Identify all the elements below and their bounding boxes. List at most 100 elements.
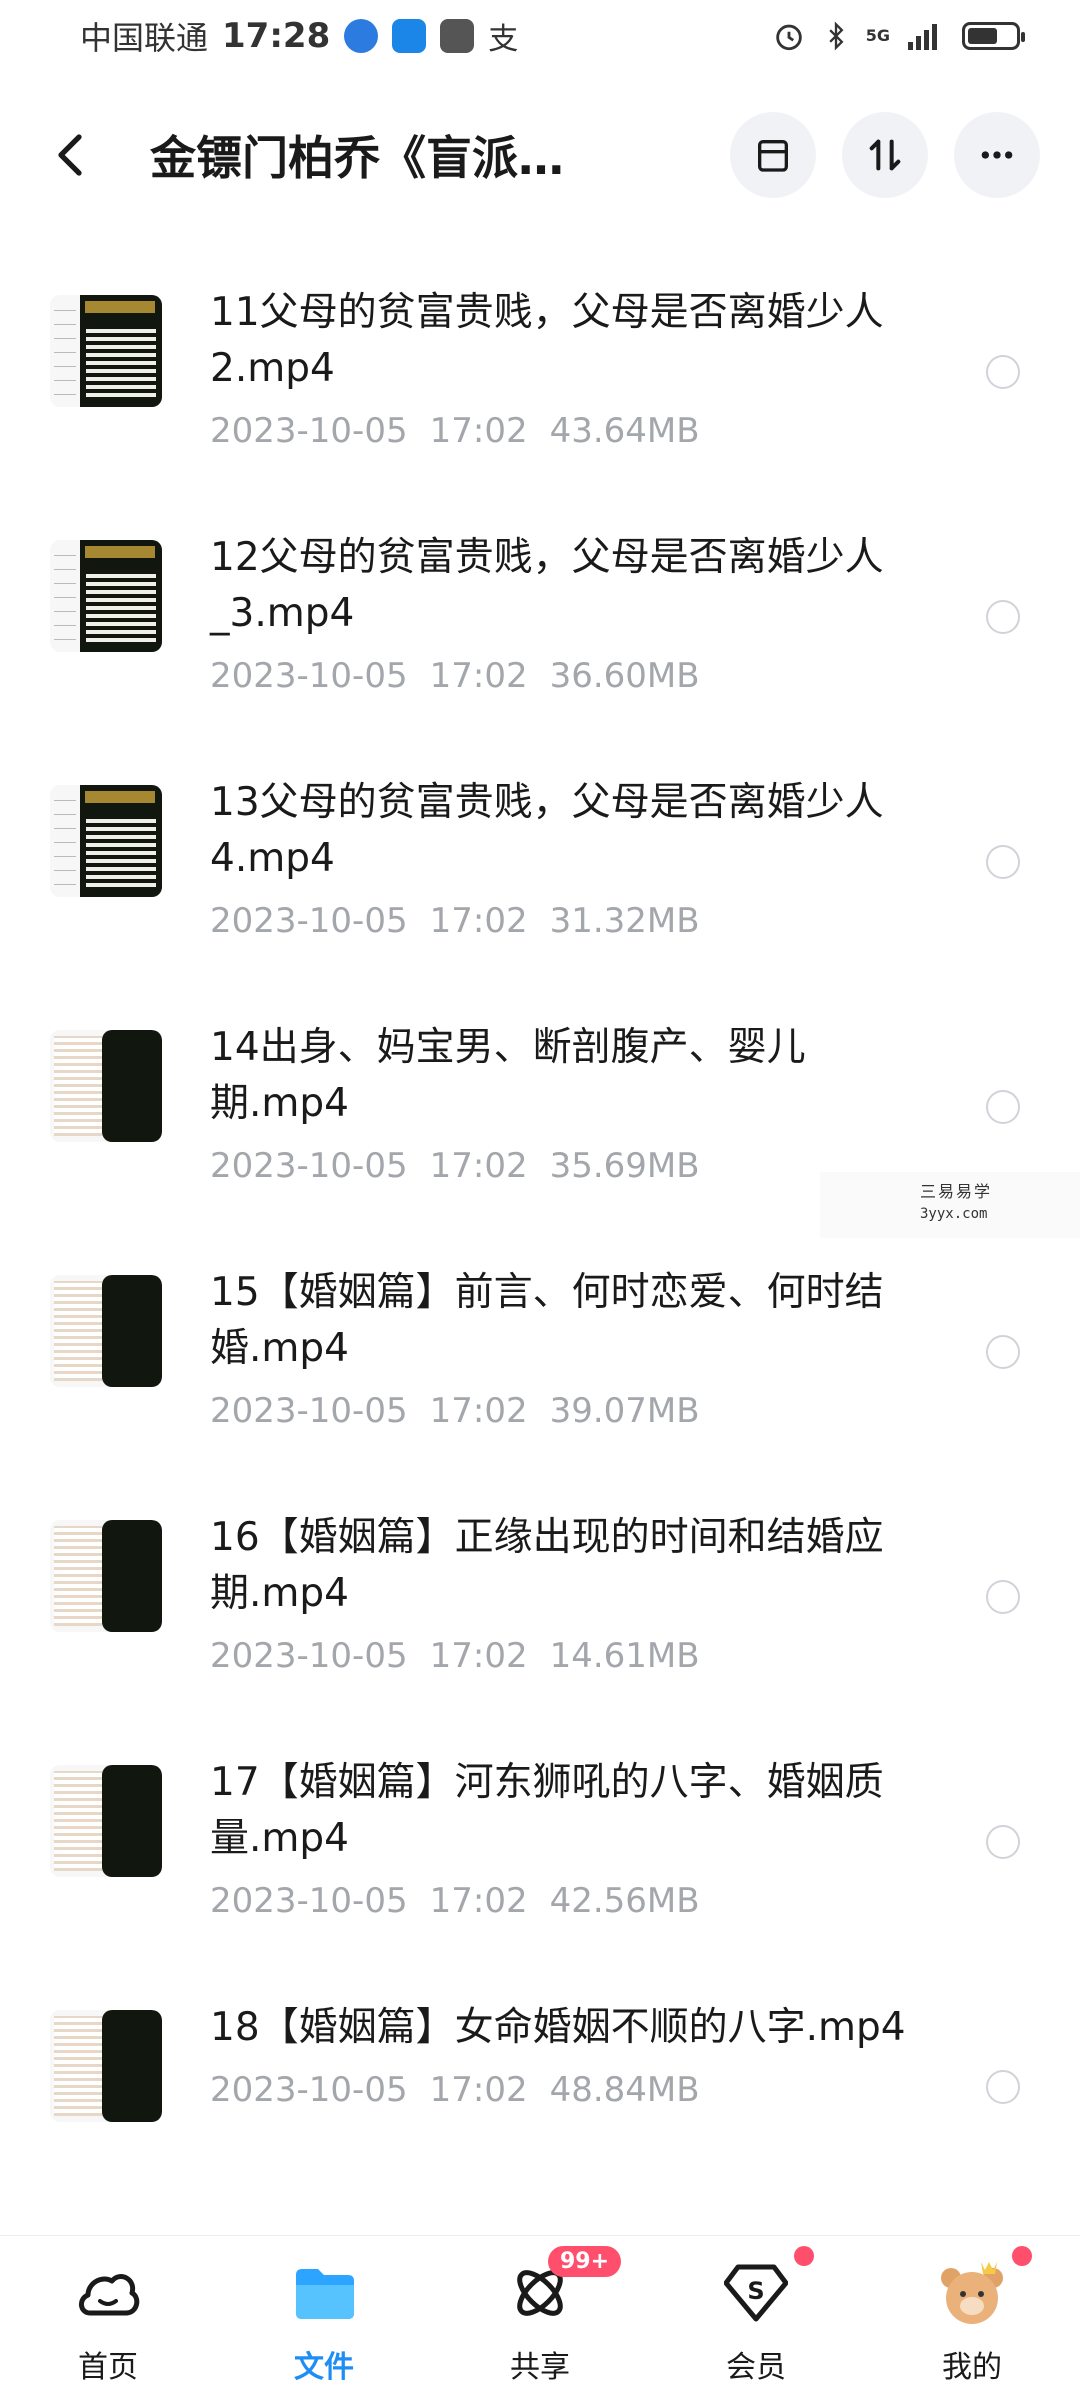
file-size: 39.07MB — [549, 1391, 700, 1431]
file-row[interactable]: 11父母的贫富贵贱，父母是否离婚少人2.mp4 2023-10-05 17:02 43… — [0, 245, 1080, 490]
file-row[interactable]: 18【婚姻篇】女命婚姻不顺的八字.mp4 2023-10-05 17:02 48.84… — [0, 1960, 1080, 2205]
file-row[interactable]: 13父母的贫富贵贱，父母是否离婚少人4.mp4 2023-10-05 17:02 31… — [0, 735, 1080, 980]
page-title: 金镖门柏乔《盲派… — [150, 131, 564, 185]
battery-level — [968, 28, 997, 44]
file-info: 18【婚姻篇】女命婚姻不顺的八字.mp4 2023-10-05 17:02 48.84… — [210, 2000, 910, 2110]
file-size: 31.32MB — [549, 901, 700, 941]
file-date: 2023-10-05 — [210, 901, 408, 941]
diamond-icon: S — [721, 2258, 791, 2328]
video-thumbnail — [50, 2010, 162, 2122]
watermark-line1: 三易易学 — [920, 1182, 993, 1201]
video-thumbnail — [50, 1275, 162, 1387]
nav-home[interactable]: 首页 — [0, 2236, 216, 2400]
status-bar: 中国联通 17:28 支 5G — [0, 0, 1080, 72]
archive-icon — [758, 140, 788, 172]
select-checkbox[interactable] — [986, 845, 1020, 879]
file-time: 17:02 — [429, 411, 528, 451]
signal-icon — [908, 24, 937, 50]
file-name: 12父母的贫富贵贱，父母是否离婚少人_3.mp4 — [210, 535, 884, 636]
file-time: 17:02 — [429, 1391, 528, 1431]
nav-share-label: 共享 — [510, 2350, 570, 2385]
header-actions — [730, 112, 1040, 198]
file-size: 43.64MB — [549, 411, 700, 451]
select-checkbox[interactable] — [986, 1335, 1020, 1369]
file-info: 17【婚姻篇】河东狮吼的八字、婚姻质量.mp4 2023-10-05 17:02 42… — [210, 1755, 910, 1921]
sort-icon — [869, 139, 901, 171]
file-size: 14.61MB — [549, 1636, 700, 1676]
watermark: 三易易学 3yyx.com — [820, 1172, 1080, 1238]
file-meta: 2023-10-05 17:02 14.61MB — [210, 1636, 910, 1676]
file-name: 16【婚姻篇】正缘出现的时间和结婚应期.mp4 — [210, 1515, 884, 1616]
file-meta: 2023-10-05 17:02 36.60MB — [210, 656, 910, 696]
folder-icon — [289, 2258, 359, 2328]
file-info: 13父母的贫富贵贱，父母是否离婚少人4.mp4 2023-10-05 17:02 31… — [210, 775, 910, 941]
file-row[interactable]: 12父母的贫富贵贱，父母是否离婚少人_3.mp4 2023-10-05 17:02 3… — [0, 490, 1080, 735]
file-time: 17:02 — [429, 1146, 528, 1186]
top-bar: 金镖门柏乔《盲派… — [0, 100, 1080, 210]
share-badge: 99+ — [548, 2246, 622, 2277]
clock: 17:28 — [222, 16, 331, 56]
select-checkbox[interactable] — [986, 2070, 1020, 2104]
select-checkbox[interactable] — [986, 1825, 1020, 1859]
file-name: 13父母的贫富贵贱，父母是否离婚少人4.mp4 — [210, 780, 884, 881]
file-size: 36.60MB — [549, 656, 700, 696]
file-date: 2023-10-05 — [210, 411, 408, 451]
select-checkbox[interactable] — [986, 1580, 1020, 1614]
video-thumbnail — [50, 785, 162, 897]
app-screen: 中国联通 17:28 支 5G 金镖门柏乔《盲派… 11父母的贫富贵贱，父母是否… — [0, 0, 1080, 2400]
more-button[interactable] — [954, 112, 1040, 198]
battery-icon — [962, 22, 1025, 50]
file-time: 17:02 — [429, 2070, 528, 2110]
file-time: 17:02 — [429, 1636, 528, 1676]
file-date: 2023-10-05 — [210, 1636, 408, 1676]
file-meta: 2023-10-05 17:02 35.69MB — [210, 1146, 910, 1186]
chevron-left-icon — [58, 134, 82, 176]
select-checkbox[interactable] — [986, 355, 1020, 389]
file-name: 18【婚姻篇】女命婚姻不顺的八字.mp4 — [210, 2005, 906, 2050]
file-name: 15【婚姻篇】前言、何时恋爱、何时结婚.mp4 — [210, 1270, 884, 1371]
file-date: 2023-10-05 — [210, 656, 408, 696]
file-info: 12父母的贫富贵贱，父母是否离婚少人_3.mp4 2023-10-05 17:02 3… — [210, 530, 910, 696]
nav-files[interactable]: 文件 — [216, 2236, 432, 2400]
svg-text:S: S — [747, 2277, 764, 2305]
nav-mine[interactable]: 我的 — [864, 2236, 1080, 2400]
cloud-icon — [73, 2258, 143, 2328]
browser-app-icon — [344, 19, 379, 53]
file-date: 2023-10-05 — [210, 2070, 408, 2110]
video-thumbnail — [50, 295, 162, 407]
alipay-icon: 支 — [488, 22, 519, 57]
status-left: 中国联通 17:28 支 — [80, 13, 518, 59]
nav-mine-label: 我的 — [942, 2350, 1002, 2385]
bottom-nav: 首页 文件 99+ 共享 S 会员 我的 — [0, 2235, 1080, 2400]
carrier-name: 中国联通 — [80, 19, 209, 57]
nav-member[interactable]: S 会员 — [648, 2236, 864, 2400]
select-checkbox[interactable] — [986, 600, 1020, 634]
video-thumbnail — [50, 1520, 162, 1632]
archive-button[interactable] — [730, 112, 816, 198]
nav-files-label: 文件 — [294, 2350, 354, 2385]
file-name: 11父母的贫富贵贱，父母是否离婚少人2.mp4 — [210, 290, 884, 391]
network-type: 5G — [865, 26, 890, 45]
file-info: 16【婚姻篇】正缘出现的时间和结婚应期.mp4 2023-10-05 17:02 14… — [210, 1510, 910, 1676]
alarm-icon — [775, 24, 802, 51]
file-meta: 2023-10-05 17:02 39.07MB — [210, 1391, 910, 1431]
video-thumbnail — [50, 540, 162, 652]
file-row[interactable]: 17【婚姻篇】河东狮吼的八字、婚姻质量.mp4 2023-10-05 17:02 42… — [0, 1715, 1080, 1960]
sort-button[interactable] — [842, 112, 928, 198]
file-name: 14出身、妈宝男、断剖腹产、婴儿期.mp4 — [210, 1025, 806, 1126]
file-meta: 2023-10-05 17:02 31.32MB — [210, 901, 910, 941]
back-button[interactable] — [40, 125, 100, 185]
file-date: 2023-10-05 — [210, 1391, 408, 1431]
video-thumbnail — [50, 1030, 162, 1142]
file-time: 17:02 — [429, 656, 528, 696]
message-app-icon — [440, 19, 475, 53]
nav-share[interactable]: 99+ 共享 — [432, 2236, 648, 2400]
weather-app-icon — [392, 19, 427, 53]
file-meta: 2023-10-05 17:02 43.64MB — [210, 411, 910, 451]
select-checkbox[interactable] — [986, 1090, 1020, 1124]
file-date: 2023-10-05 — [210, 1146, 408, 1186]
file-row[interactable]: 16【婚姻篇】正缘出现的时间和结婚应期.mp4 2023-10-05 17:02 14… — [0, 1470, 1080, 1715]
bear-avatar-icon — [937, 2258, 1007, 2328]
file-name: 17【婚姻篇】河东狮吼的八字、婚姻质量.mp4 — [210, 1760, 884, 1861]
file-row[interactable]: 15【婚姻篇】前言、何时恋爱、何时结婚.mp4 2023-10-05 17:02 39… — [0, 1225, 1080, 1470]
